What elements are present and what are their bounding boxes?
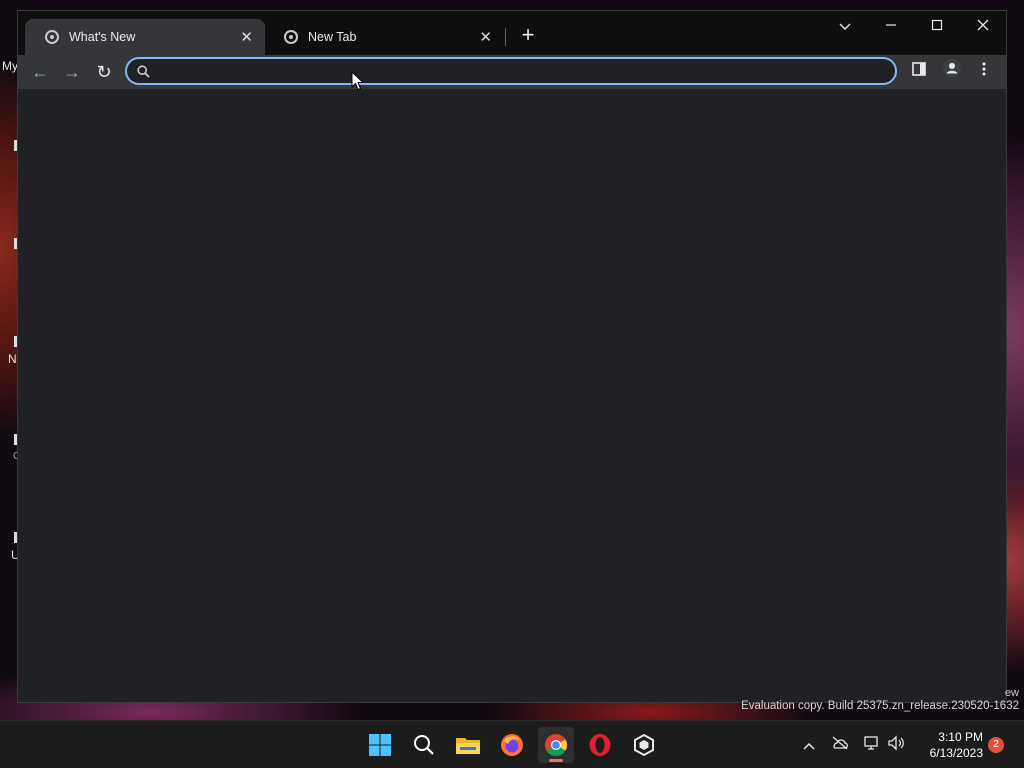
chrome-favicon-icon: [284, 30, 298, 44]
forward-button[interactable]: →: [59, 59, 85, 85]
windows-logo-icon: [369, 734, 391, 756]
taskbar: 3:10 PM 6/13/2023 2: [0, 720, 1024, 768]
clock[interactable]: 3:10 PM 6/13/2023: [915, 729, 983, 761]
menu-button[interactable]: [971, 59, 997, 85]
tab-title: New Tab: [308, 30, 357, 44]
cloud-offline-icon: [832, 736, 848, 750]
show-hidden-icons-button[interactable]: [799, 735, 819, 755]
clock-time: 3:10 PM: [938, 730, 983, 744]
reload-button[interactable]: ↻: [91, 59, 117, 85]
unity-hub-button[interactable]: [626, 727, 662, 763]
speaker-icon: [888, 735, 904, 751]
tab-search-dropdown-button[interactable]: [822, 11, 868, 41]
maximize-icon: [931, 19, 943, 31]
toolbar: ← → ↻: [18, 55, 1006, 89]
search-button[interactable]: [406, 727, 442, 763]
side-panel-icon: [912, 62, 926, 76]
tab-new-tab[interactable]: New Tab ✕: [264, 19, 504, 55]
address-bar[interactable]: [125, 57, 897, 85]
address-input[interactable]: [158, 62, 895, 80]
desktop-icon-label-my[interactable]: My: [2, 59, 18, 73]
search-icon: [137, 64, 150, 78]
notification-badge[interactable]: 2: [988, 737, 1004, 753]
folder-icon: [456, 738, 480, 754]
kebab-menu-icon: [982, 62, 986, 76]
maximize-button[interactable]: [914, 11, 960, 41]
chevron-up-icon: [803, 742, 815, 750]
network-button[interactable]: [862, 735, 882, 755]
clock-date: 6/13/2023: [929, 746, 983, 760]
new-tab-button[interactable]: +: [516, 24, 540, 48]
minimize-button[interactable]: [868, 11, 914, 41]
close-icon: [977, 19, 989, 31]
minimize-icon: [886, 24, 896, 26]
close-tab-icon[interactable]: ✕: [479, 28, 492, 46]
chrome-button[interactable]: [538, 727, 574, 763]
search-icon: [414, 735, 434, 755]
watermark-fragment: ew: [1004, 687, 1019, 699]
opera-button[interactable]: [582, 727, 618, 763]
evaluation-watermark: Evaluation copy. Build 25375.zn_release.…: [741, 700, 1019, 712]
unity-icon: [634, 734, 654, 756]
back-button[interactable]: ←: [27, 59, 53, 85]
page-content: [18, 89, 1006, 702]
firefox-button[interactable]: [494, 727, 530, 763]
start-button[interactable]: [362, 727, 398, 763]
onedrive-button[interactable]: [830, 735, 850, 755]
tab-whats-new[interactable]: What's New ✕: [25, 19, 265, 55]
tab-title: What's New: [69, 30, 136, 44]
chevron-down-icon: [839, 23, 851, 30]
close-tab-icon[interactable]: ✕: [240, 28, 253, 46]
volume-button[interactable]: [886, 735, 906, 755]
opera-icon: [589, 734, 611, 756]
mouse-cursor-icon: [351, 71, 365, 91]
profile-icon: [943, 59, 961, 77]
tab-strip: What's New ✕ New Tab ✕ +: [18, 11, 1006, 55]
network-icon: [864, 736, 878, 750]
profile-button[interactable]: [939, 59, 965, 85]
side-panel-button[interactable]: [906, 59, 932, 85]
firefox-icon: [501, 734, 523, 756]
close-window-button[interactable]: [960, 11, 1006, 41]
chrome-icon: [545, 734, 567, 756]
chrome-favicon-icon: [45, 30, 59, 44]
tab-separator: [505, 28, 506, 46]
desktop-icon-label-n[interactable]: N: [8, 352, 17, 366]
browser-window: What's New ✕ New Tab ✕ + ← → ↻: [18, 11, 1006, 702]
file-explorer-button[interactable]: [450, 727, 486, 763]
